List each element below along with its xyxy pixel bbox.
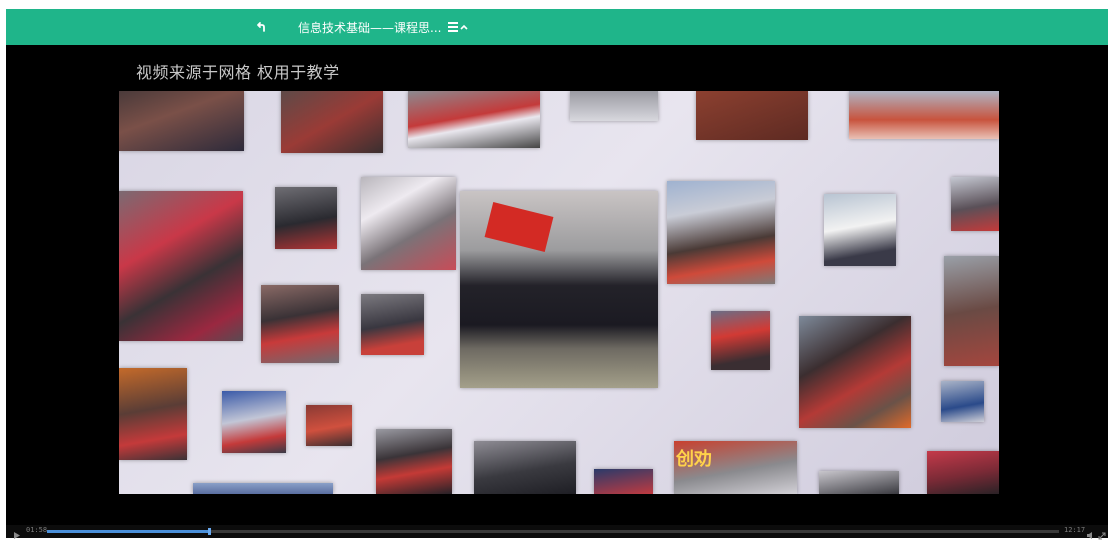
page-title: 信息技术基础——课程思... xyxy=(298,21,442,35)
collage-photo xyxy=(941,381,984,422)
collage-photo xyxy=(361,177,456,270)
play-button[interactable] xyxy=(12,527,22,539)
current-time: 01:58 xyxy=(26,526,48,534)
fullscreen-button[interactable] xyxy=(1098,527,1106,540)
collage-photo xyxy=(819,471,899,494)
back-arrow-icon xyxy=(257,22,265,32)
collage-photo xyxy=(849,91,999,139)
collage-photo xyxy=(193,483,333,494)
progress-bar[interactable] xyxy=(47,528,1059,535)
volume-button[interactable] xyxy=(1086,527,1096,539)
video-player: 信息技术基础——课程思... 视频来源于网格 权用于教学 创劝 01:58 12… xyxy=(6,9,1108,540)
collage-photo xyxy=(460,191,658,388)
collage-photo xyxy=(927,451,999,494)
collage-photo xyxy=(376,429,452,494)
collage-photo xyxy=(570,91,658,121)
collage-photo xyxy=(799,316,911,428)
collage-photo xyxy=(119,368,187,460)
banner-text: 创劝 xyxy=(676,449,712,470)
collage-photo xyxy=(119,191,243,341)
collage-photo xyxy=(261,285,339,363)
top-bar: 信息技术基础——课程思... xyxy=(6,9,1108,45)
collage-photo xyxy=(119,91,244,151)
collage-photo xyxy=(696,91,808,140)
back-button[interactable] xyxy=(251,18,271,36)
fullscreen-icon xyxy=(1098,532,1106,540)
menu-icon xyxy=(448,22,458,32)
collage-photo xyxy=(594,469,653,494)
collage-photo: 创劝 xyxy=(674,441,797,494)
progress-handle[interactable] xyxy=(207,528,211,535)
video-frame[interactable]: 创劝 xyxy=(119,91,999,494)
collage-photo xyxy=(361,294,424,355)
collage-photo xyxy=(711,311,770,370)
menu-toggle-button[interactable] xyxy=(447,18,473,36)
collage-photo xyxy=(667,181,775,284)
video-watermark: 视频来源于网格 权用于教学 xyxy=(136,63,340,82)
chevron-up-icon xyxy=(460,24,468,30)
collage-photo xyxy=(306,405,352,446)
collage-photo xyxy=(222,391,286,453)
collage-photo xyxy=(824,194,896,266)
progress-fill xyxy=(47,530,209,533)
collage-photo xyxy=(951,177,999,231)
collage-photo xyxy=(281,91,383,153)
red-flag xyxy=(484,202,554,252)
play-icon xyxy=(14,532,20,539)
collage-photo xyxy=(474,441,576,494)
collage-photo xyxy=(275,187,337,249)
collage-photo xyxy=(408,91,540,148)
volume-icon xyxy=(1087,532,1092,539)
collage-photo xyxy=(944,256,999,366)
control-bar: 01:58 12:17 xyxy=(6,525,1108,540)
total-time: 12:17 xyxy=(1064,526,1086,534)
